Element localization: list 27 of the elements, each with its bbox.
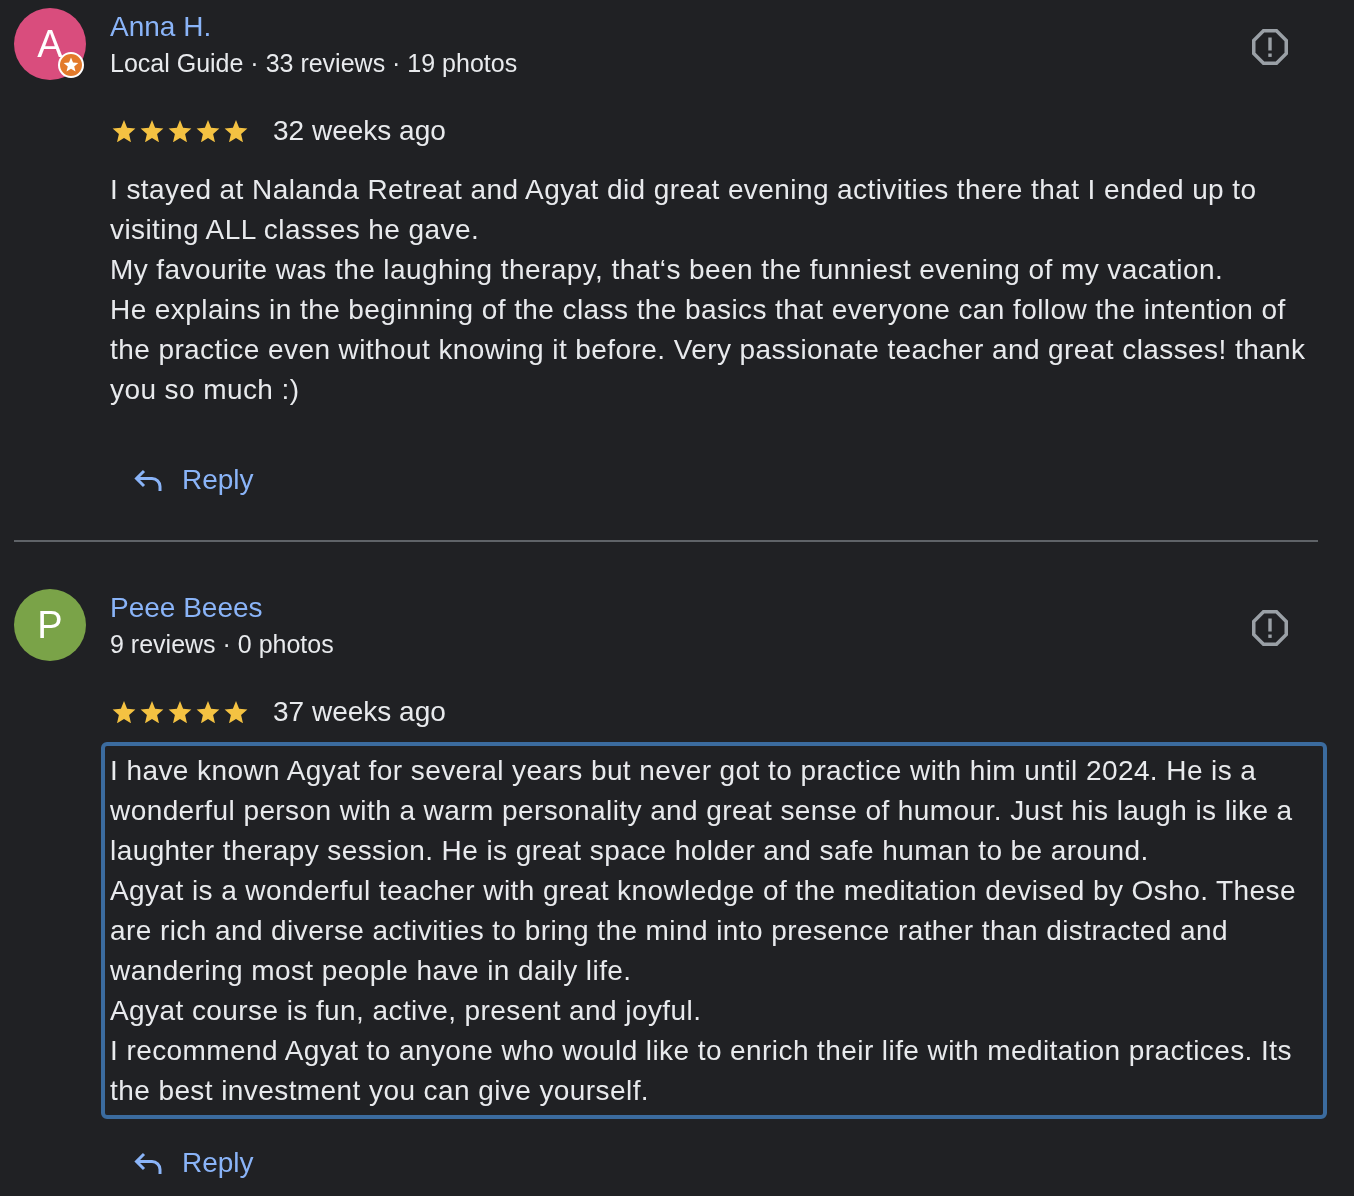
star-icon (140, 700, 164, 724)
avatar[interactable]: A (14, 8, 86, 80)
star-icon (140, 119, 164, 143)
reviewer-name[interactable]: Anna H. (110, 11, 212, 43)
reply-button[interactable]: Reply (122, 458, 266, 502)
star-icon (112, 119, 136, 143)
star-icon (196, 119, 220, 143)
exclamation-octagon-icon (1252, 610, 1288, 646)
review-date: 32 weeks ago (273, 114, 446, 148)
reply-arrow-icon (134, 469, 162, 491)
star-icon (168, 119, 192, 143)
star-icon (224, 119, 248, 143)
star-icon (224, 700, 248, 724)
avatar-letter: P (37, 605, 63, 645)
avatar-letter: A (37, 24, 63, 64)
reply-button[interactable]: Reply (122, 1141, 266, 1185)
reviewer-stats: Local Guide · 33 reviews · 19 photos (110, 48, 518, 78)
reviewer-stats: 9 reviews · 0 photos (110, 629, 334, 659)
star-icon (196, 700, 220, 724)
star-icon (112, 700, 136, 724)
reply-arrow-icon (134, 1152, 162, 1174)
review-text: I stayed at Nalanda Retreat and Agyat did great evening activities there that I ended up to visiting ALL classes he gave. My favourite was the laughing therapy, that‘s been the funniest evening of my vacation. He explains in the beginning of the class the basics that everyone can follow the intention of the practice even without knowing it before. Very passionate teacher and great classes! thank you so much :) (110, 173, 1307, 407)
review-text: I have known Agyat for several years but never got to practice with him until 2024. He is a wonderful person with a warm personality and great sense of humour. Just his laugh is like a laughter therapy session. He is great space holder and safe human to be around. Agyat is a wonderful teacher with great knowledge of the meditation devised by Osho. These are rich and diverse activities to bring the mind into presence rather than distracted and wandering most people have in daily life. Agyat course is fun, active, present and joyful. I recommend Agyat to anyone who would like to enrich their life with meditation practices. Its the best investment you can give yourself. (101, 742, 1327, 1119)
exclamation-octagon-icon (1252, 29, 1288, 65)
star-icon (168, 700, 192, 724)
reviewer-name[interactable]: Peee Beees (110, 592, 263, 624)
review-date: 37 weeks ago (273, 695, 446, 729)
